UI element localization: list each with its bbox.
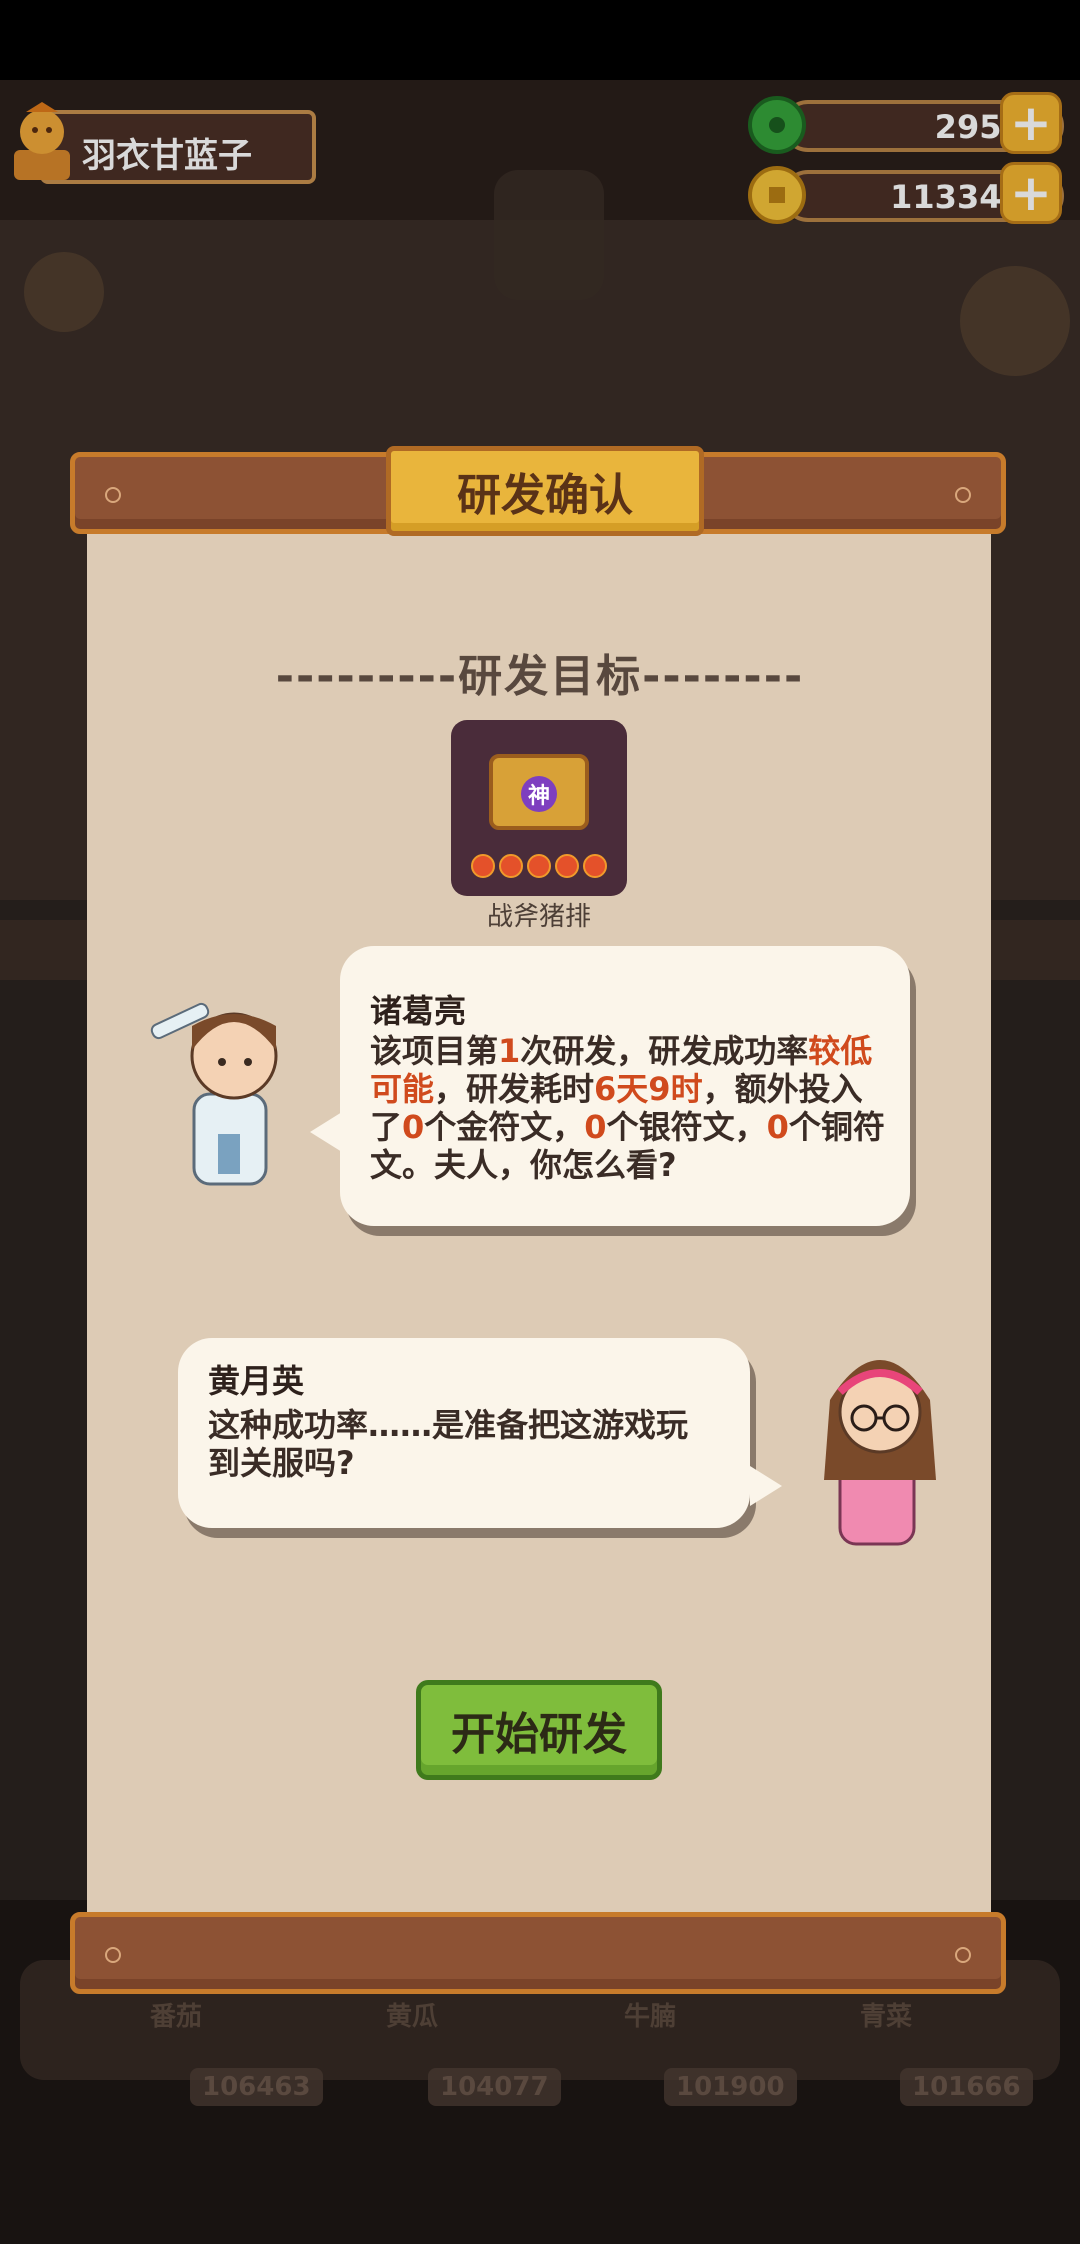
zhuge-liang-bubble: 诸葛亮 该项目第1次研发，研发成功率较低可能，研发耗时6天9时，额外投入了0个金… [340,946,910,1226]
flame-icon [583,854,607,878]
flame-icon [555,854,579,878]
section-heading: ---------研发目标-------- [275,651,805,702]
nail-icon [105,487,121,503]
huang-yueying-bubble: 黄月英 这种成功率……是准备把这游戏玩到关服吗? [178,1338,750,1528]
copper-rune-count: 0 [766,1108,789,1146]
research-duration: 6天9时 [594,1070,703,1108]
start-research-button[interactable]: 开始研发 [416,1680,662,1780]
nail-icon [105,1947,121,1963]
gold-rune-count: 0 [402,1108,425,1146]
research-count: 1 [498,1032,521,1070]
text-segment: 该项目第 [370,1032,499,1070]
nail-icon [955,1947,971,1963]
text-segment: 个银符文， [606,1108,767,1146]
flame-icon [527,854,551,878]
text-segment: 个金符文， [424,1108,585,1146]
target-item-card[interactable]: 神 [451,720,627,896]
target-item-name: 战斧猪排 [486,902,591,932]
flame-icon [499,854,523,878]
flame-rating [471,854,607,878]
text-segment: 次研发，研发成功率 [520,1032,809,1070]
bubble-tail [310,1112,342,1152]
speaker-name: 诸葛亮 [370,992,467,1030]
flame-icon [471,854,495,878]
zhuge-liang-avatar [150,1002,278,1186]
nail-icon [955,487,971,503]
dialog-title: 研发确认 [386,446,704,536]
text-segment: ，研发耗时 [434,1070,595,1108]
speaker-name: 黄月英 [208,1362,305,1400]
bubble-text: 该项目第1次研发，研发成功率较低可能，研发耗时6天9时，额外投入了0个金符文，0… [370,1032,890,1184]
bubble-tail [750,1466,782,1506]
bubble-text: 这种成功率……是准备把这游戏玩到关服吗? [208,1406,689,1482]
rarity-badge: 神 [521,776,557,812]
huang-yueying-avatar [824,1360,936,1546]
silver-rune-count: 0 [584,1108,607,1146]
dialog-bottom-bar [70,1912,1006,1994]
